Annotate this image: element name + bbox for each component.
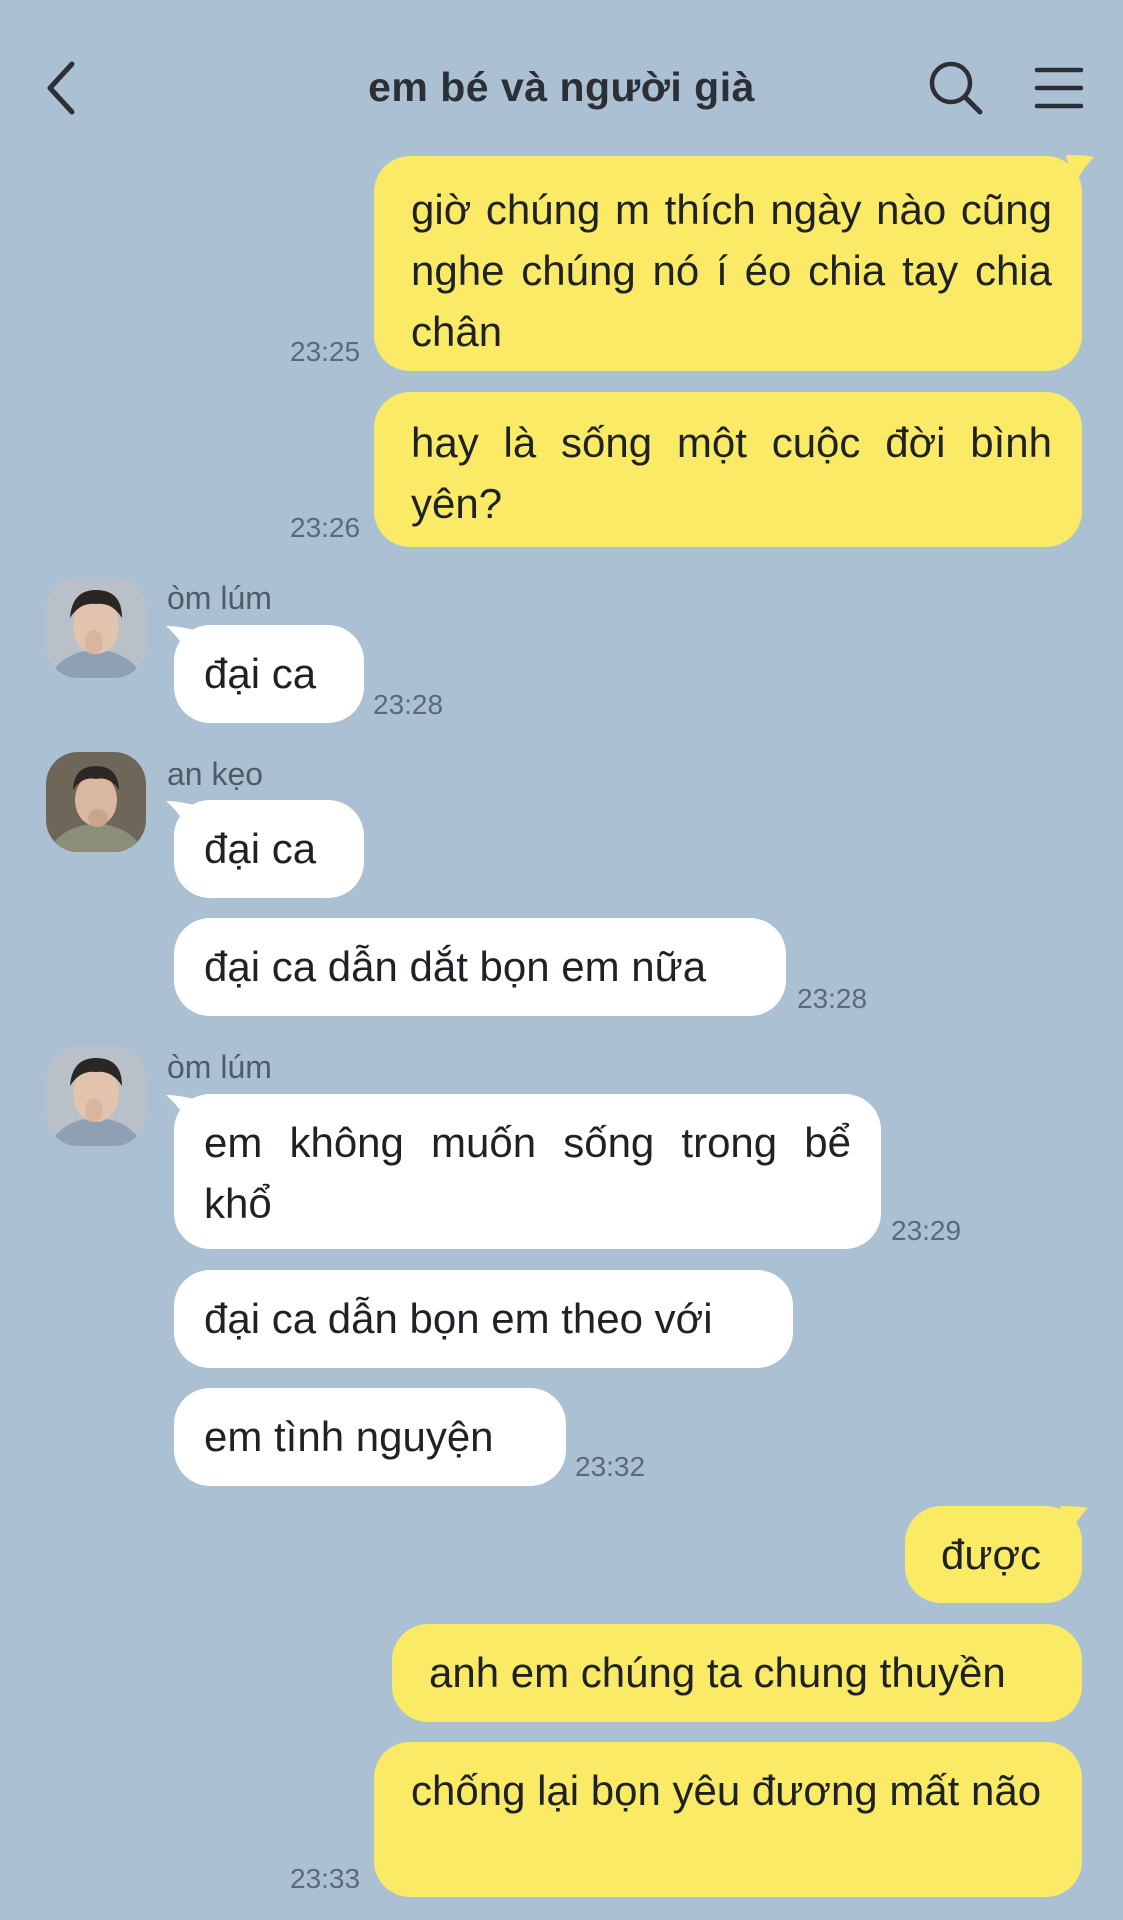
avatar-image <box>46 1046 146 1146</box>
avatar-om-lum[interactable] <box>46 1046 146 1146</box>
avatar-image <box>46 752 146 852</box>
message-text: đại ca dẫn dắt bọn em nữa <box>204 943 707 990</box>
message-time: 23:26 <box>290 512 361 543</box>
sender-name: òm lúm <box>167 580 272 616</box>
sender-name: an kẹo <box>167 756 264 792</box>
message-time: 23:33 <box>290 1863 361 1894</box>
message-text: em không muốn sống trong bể khổ <box>204 1119 851 1227</box>
avatar-image <box>46 578 146 678</box>
avatar-an-keo[interactable] <box>46 752 146 852</box>
message-bubble-incoming[interactable]: đại ca dẫn dắt bọn em nữa <box>174 918 786 1016</box>
message-text: đại ca dẫn bọn em theo với <box>204 1295 713 1342</box>
message-bubble-outgoing[interactable]: chống lại bọn yêu đương mất não <box>374 1742 1082 1897</box>
message-text: em tình nguyện <box>204 1413 494 1460</box>
message-bubble-outgoing[interactable]: giờ chúng m thích ngày nào cũng nghe chú… <box>374 156 1082 371</box>
message-text: giờ chúng m thích ngày nào cũng nghe chú… <box>411 186 1052 355</box>
message-bubble-incoming[interactable]: em không muốn sống trong bể khổ <box>174 1094 881 1249</box>
message-time: 23:29 <box>891 1215 962 1246</box>
avatar-om-lum[interactable] <box>46 578 146 678</box>
message-time: 23:32 <box>575 1451 646 1482</box>
hamburger-menu-icon <box>1034 67 1084 109</box>
message-bubble-incoming[interactable]: đại ca <box>174 800 364 898</box>
message-bubble-outgoing[interactable]: được <box>905 1506 1082 1603</box>
message-bubble-outgoing[interactable]: hay là sống một cuộc đời bình yên? <box>374 392 1082 547</box>
message-bubble-incoming[interactable]: em tình nguyện <box>174 1388 566 1486</box>
sender-name: òm lúm <box>167 1049 272 1085</box>
menu-button[interactable] <box>1034 64 1084 112</box>
message-bubble-incoming[interactable]: đại ca <box>174 625 364 723</box>
message-time: 23:28 <box>373 689 444 720</box>
message-text: đại ca <box>204 825 317 872</box>
message-text: được <box>941 1531 1042 1578</box>
chat-header: em bé và người già <box>0 0 1123 150</box>
message-text: đại ca <box>204 650 317 697</box>
message-text: hay là sống một cuộc đời bình yên? <box>411 419 1052 527</box>
message-time: 23:28 <box>797 983 868 1014</box>
message-text: anh em chúng ta chung thuyền <box>429 1649 1006 1696</box>
search-icon <box>929 61 983 115</box>
search-button[interactable] <box>928 60 984 116</box>
message-text: chống lại bọn yêu đương mất não <box>411 1767 1042 1814</box>
message-time: 23:25 <box>290 336 361 367</box>
message-bubble-incoming[interactable]: đại ca dẫn bọn em theo với <box>174 1270 793 1368</box>
message-bubble-outgoing[interactable]: anh em chúng ta chung thuyền <box>392 1624 1082 1722</box>
